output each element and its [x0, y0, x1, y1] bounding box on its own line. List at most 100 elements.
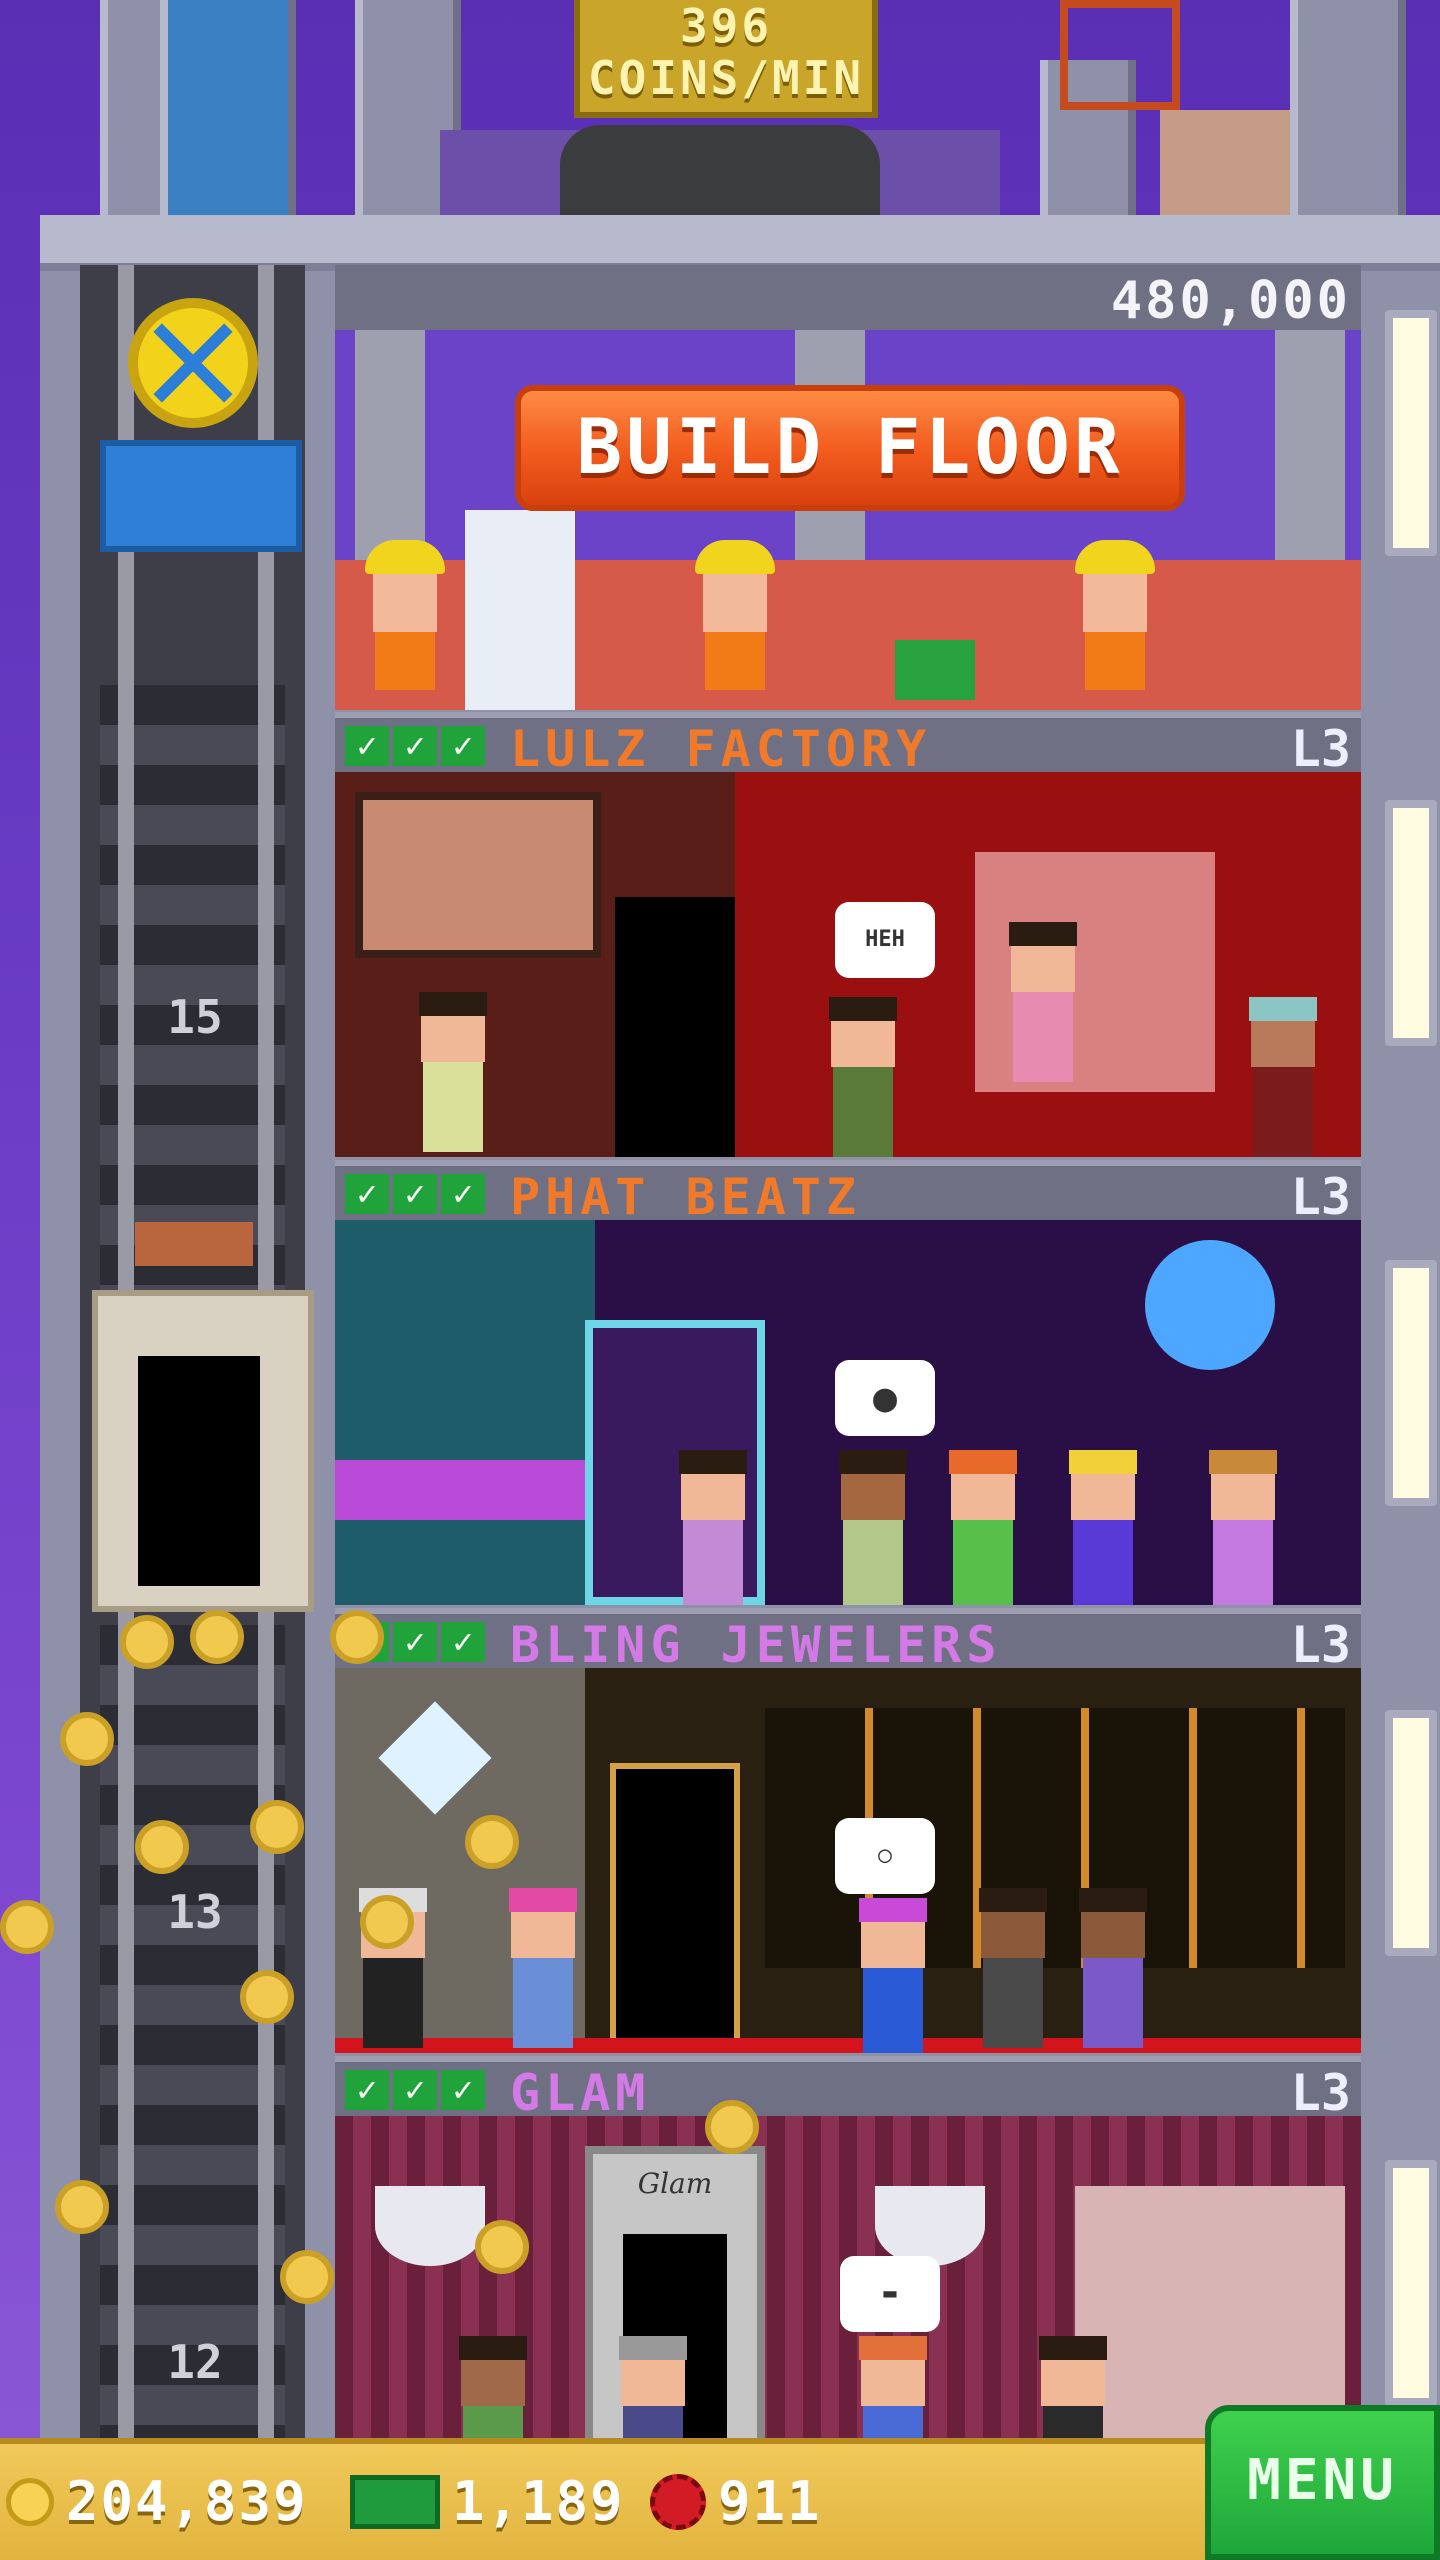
product-bubble-icon: ▬ [840, 2256, 940, 2332]
toolbox-icon [895, 640, 975, 700]
floor-number-15: 15 [167, 990, 223, 1044]
construction-worker [365, 540, 445, 690]
floor-level: L3 [1290, 720, 1351, 778]
visitor-person[interactable] [675, 1450, 751, 1605]
falling-coin-icon [475, 2220, 529, 2274]
check-icon: ✓ [393, 726, 437, 766]
floor-number-12: 12 [167, 2335, 223, 2389]
side-window-light [1385, 800, 1437, 1046]
gem-icon [650, 2473, 706, 2530]
coins-value: 204,839 [66, 2470, 308, 2533]
visitor-person[interactable] [835, 1450, 911, 1605]
construction-worker [1075, 540, 1155, 690]
gems-value: 911 [718, 2470, 822, 2533]
coin-rate-value: 396 [679, 0, 773, 53]
falling-coin-icon [465, 1815, 519, 1869]
check-icon: ✓ [345, 2070, 389, 2110]
dj-booth [335, 1460, 595, 1520]
floor-level: L3 [1290, 1616, 1351, 1674]
falling-coin-icon [135, 1820, 189, 1874]
falling-coin-icon [705, 2100, 759, 2154]
check-icon: ✓ [393, 1622, 437, 1662]
visitor-person[interactable] [1065, 1450, 1141, 1605]
shop-door [610, 1763, 740, 2053]
falling-coin-icon [360, 1895, 414, 1949]
rooftop-crates [1160, 110, 1290, 215]
floor-level: L3 [1290, 2064, 1351, 2122]
falling-coin-icon [60, 1712, 114, 1766]
skyline-building [1290, 0, 1406, 220]
floor-name: PHAT BEATZ [510, 1168, 862, 1226]
stock-checks: ✓ ✓ ✓ [345, 2070, 485, 2110]
side-window-light [1385, 1260, 1437, 1506]
check-icon: ✓ [393, 1174, 437, 1214]
skyline-building [160, 0, 296, 215]
visitor-person[interactable] [1075, 1888, 1151, 2048]
bux-counter[interactable]: 1,189 [350, 2470, 625, 2533]
stock-checks: ✓ ✓ ✓ [345, 1174, 485, 1214]
construction-worker [695, 540, 775, 690]
check-icon: ✓ [441, 726, 485, 766]
visitor-person[interactable] [1205, 1450, 1281, 1605]
floor-name: BLING JEWELERS [510, 1616, 1002, 1674]
coin-icon [6, 2477, 54, 2526]
bux-value: 1,189 [452, 2470, 625, 2533]
floor-header: ✓ ✓ ✓ LULZ FACTORY L3 [335, 712, 1361, 776]
check-icon: ✓ [441, 1174, 485, 1214]
visitor-person[interactable] [455, 2336, 531, 2446]
coin-rate-unit: COINS/MIN [587, 51, 865, 105]
visitor-person[interactable] [1035, 2336, 1111, 2446]
visitor-person[interactable] [415, 992, 491, 1152]
blueprint-board [465, 510, 575, 710]
visitor-person[interactable] [615, 2336, 691, 2446]
resource-bar: 204,839 1,189 911 [0, 2438, 1210, 2560]
falling-coin-icon [190, 1610, 244, 1664]
music-bubble-icon: ● [835, 1360, 935, 1436]
floor-door [615, 897, 735, 1157]
visitor-person[interactable] [855, 2336, 931, 2446]
falling-coin-icon [55, 2180, 109, 2234]
check-icon: ✓ [441, 2070, 485, 2110]
visitor-person[interactable] [975, 1888, 1051, 2048]
falling-coin-icon [250, 1800, 304, 1854]
floor-number-13: 13 [167, 1885, 223, 1939]
gems-counter[interactable]: 911 [650, 2470, 822, 2533]
falling-coin-icon [120, 1615, 174, 1669]
visitor-person[interactable] [505, 1888, 581, 2048]
glam-sign: Glam [637, 2167, 713, 2200]
elevator-door [138, 1356, 260, 1586]
falling-coin-icon [240, 1970, 294, 2024]
rooftop-skyline: 396 COINS/MIN [0, 0, 1440, 220]
side-window-light [1385, 1710, 1437, 1956]
crane-icon [1060, 0, 1180, 110]
elevator-motor-icon [100, 440, 302, 552]
menu-button[interactable]: MENU [1205, 2405, 1440, 2560]
elevator-pulley-icon [128, 298, 258, 428]
stock-checks: ✓ ✓ ✓ [345, 726, 485, 766]
bux-icon [350, 2474, 440, 2529]
floor-header: ✓ ✓ ✓ PHAT BEATZ L3 [335, 1160, 1361, 1224]
visitor-person[interactable] [825, 997, 901, 1157]
comedian-person[interactable] [1005, 922, 1081, 1082]
check-icon: ✓ [393, 2070, 437, 2110]
comedian-portrait [355, 792, 601, 958]
elevator-roof [135, 1222, 253, 1266]
floor-room: ● [335, 1220, 1361, 1605]
visitor-person[interactable] [1245, 997, 1321, 1157]
floor-name: LULZ FACTORY [510, 720, 932, 778]
build-floor-button[interactable]: BUILD FLOOR [515, 385, 1185, 511]
dj-booth-wall [335, 1220, 595, 1605]
chandelier-icon [375, 2186, 485, 2266]
speech-bubble: HEH [835, 902, 935, 978]
falling-coin-icon [280, 2250, 334, 2304]
chandelier-icon [875, 2186, 985, 2266]
coin-rate-sign: 396 COINS/MIN [574, 0, 878, 118]
floor-level: L3 [1290, 1168, 1351, 1226]
visitor-person[interactable] [855, 1898, 931, 2053]
rooftop-dome [560, 125, 880, 220]
visitor-person[interactable] [945, 1450, 1021, 1605]
floor-room: Glam ▬ [335, 2116, 1361, 2446]
coins-counter[interactable]: 204,839 [6, 2470, 308, 2533]
elevator-car[interactable] [92, 1290, 314, 1612]
check-icon: ✓ [345, 726, 389, 766]
